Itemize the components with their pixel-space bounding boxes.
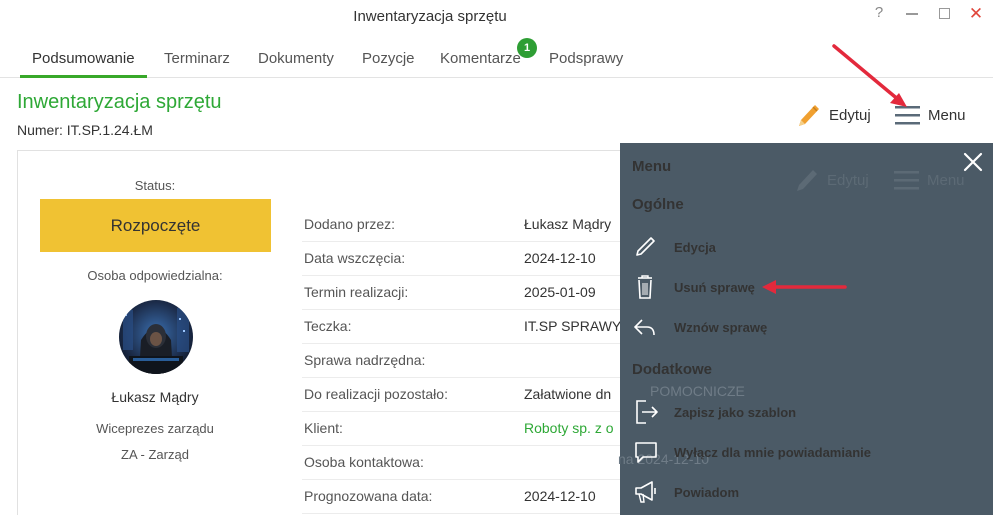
- hamburger-icon: [894, 171, 919, 190]
- menu-item-label: Powiadom: [674, 484, 740, 500]
- tab-pozycje[interactable]: Pozycje: [362, 50, 415, 78]
- pencil-icon: [799, 105, 819, 126]
- detail-key: Klient:: [304, 420, 343, 436]
- responsible-person-department: ZA - Zarząd: [121, 447, 189, 462]
- detail-key: Sprawa nadrzędna:: [304, 352, 426, 368]
- title-bar: Inwentaryzacja sprzętu ? ✕: [0, 0, 993, 34]
- window-title: Inwentaryzacja sprzętu: [353, 8, 507, 25]
- tab-terminarz[interactable]: Terminarz: [164, 50, 230, 78]
- tab-podsumowanie[interactable]: Podsumowanie: [20, 50, 147, 78]
- background-edit-button: Edytuj: [794, 165, 874, 195]
- detail-key: Do realizacji pozostało:: [304, 386, 448, 402]
- tab-komentarze[interactable]: Komentarze: [440, 50, 521, 78]
- menu-section-general: Ogólne: [632, 196, 684, 213]
- menu-title: Menu: [632, 158, 672, 175]
- reply-icon: [632, 312, 666, 342]
- megaphone-icon: [632, 477, 666, 507]
- responsible-label: Osoba odpowiedzialna:: [87, 268, 223, 283]
- maximize-button[interactable]: [932, 4, 956, 24]
- export-icon: [632, 397, 666, 427]
- menu-button[interactable]: Menu: [894, 100, 966, 130]
- close-window-button[interactable]: ✕: [964, 4, 988, 24]
- detail-row-parent-case: Sprawa nadrzędna:: [302, 344, 632, 378]
- menu-item-label: Usuń sprawę: [674, 279, 755, 295]
- menu-item-notify[interactable]: Powiadom: [632, 475, 972, 509]
- menu-item-mute-notifications[interactable]: Wyłącz dla mnie powiadamianie: [632, 435, 972, 469]
- detail-row-folder: Teczka: IT.SP SPRAWY: [302, 310, 632, 344]
- detail-row-deadline: Termin realizacji: 2025-01-09: [302, 276, 632, 310]
- detail-key: Dodano przez:: [304, 216, 396, 232]
- detail-value: 2024-12-10: [524, 488, 596, 504]
- tab-podsprawy[interactable]: Podsprawy: [549, 50, 623, 78]
- detail-value: 2025-01-09: [524, 284, 596, 300]
- comments-count-badge: 1: [517, 38, 537, 58]
- detail-key: Teczka:: [304, 318, 352, 334]
- menu-item-label: Wznów sprawę: [674, 319, 768, 335]
- menu-item-resume-case[interactable]: Wznów sprawę: [632, 310, 972, 344]
- menu-item-label: Zapisz jako szablon: [674, 404, 797, 420]
- client-link[interactable]: Roboty sp. z o: [524, 420, 614, 436]
- menu-item-label: Edycja: [674, 239, 716, 255]
- menu-item-delete-case[interactable]: Usuń sprawę: [632, 270, 972, 304]
- detail-row-client: Klient: Roboty sp. z o: [302, 412, 632, 446]
- close-icon: [963, 152, 983, 172]
- pencil-icon: [632, 232, 666, 262]
- detail-value: IT.SP SPRAWY: [524, 318, 622, 334]
- detail-value: 2024-12-10: [524, 250, 596, 266]
- tab-bar: Podsumowanie Terminarz Dokumenty Pozycje…: [0, 34, 993, 78]
- chat-bubble-icon: [632, 437, 666, 467]
- avatar: [119, 300, 193, 374]
- detail-key: Osoba kontaktowa:: [304, 454, 424, 470]
- hamburger-icon: [895, 106, 920, 125]
- menu-item-label: Wyłącz dla mnie powiadamianie: [674, 444, 871, 460]
- menu-close-button[interactable]: [961, 150, 985, 174]
- detail-row-forecast-date: Prognozowana data: 2024-12-10: [302, 480, 632, 514]
- trash-icon: [632, 272, 666, 302]
- menu-item-edit[interactable]: Edycja: [632, 230, 972, 264]
- detail-key: Termin realizacji:: [304, 284, 409, 300]
- background-edit-label: Edytuj: [827, 171, 869, 189]
- pencil-icon: [797, 170, 817, 191]
- menu-section-additional: Dodatkowe: [632, 361, 713, 378]
- responsible-person-name: Łukasz Mądry: [111, 389, 199, 405]
- help-button[interactable]: ?: [867, 4, 891, 24]
- page-title: Inwentaryzacja sprzętu: [17, 91, 222, 113]
- status-badge[interactable]: Rozpoczęte: [40, 199, 271, 252]
- tab-dokumenty[interactable]: Dokumenty: [258, 50, 334, 78]
- menu-label: Menu: [928, 106, 966, 124]
- detail-row-added-by: Dodano przez: Łukasz Mądry: [302, 208, 632, 242]
- menu-item-save-template[interactable]: Zapisz jako szablon: [632, 395, 972, 429]
- detail-row-remaining: Do realizacji pozostało: Załatwione dn: [302, 378, 632, 412]
- responsible-person-role: Wiceprezes zarządu: [96, 421, 214, 436]
- detail-key: Prognozowana data:: [304, 488, 433, 504]
- minimize-button[interactable]: [900, 4, 924, 24]
- detail-key: Data wszczęcia:: [304, 250, 406, 266]
- minimize-icon: [906, 13, 918, 15]
- detail-row-contact-person: Osoba kontaktowa:: [302, 446, 632, 480]
- maximize-icon: [938, 8, 950, 19]
- case-number: Numer: IT.SP.1.24.ŁM: [17, 122, 153, 138]
- status-label: Status:: [134, 178, 176, 193]
- detail-value: Załatwione dn: [524, 386, 612, 402]
- background-menu-label: Menu: [927, 171, 965, 189]
- detail-value: Łukasz Mądry: [524, 216, 612, 232]
- edit-button[interactable]: Edytuj: [796, 100, 871, 130]
- detail-row-start-date: Data wszczęcia: 2024-12-10: [302, 242, 632, 276]
- edit-label: Edytuj: [829, 106, 871, 124]
